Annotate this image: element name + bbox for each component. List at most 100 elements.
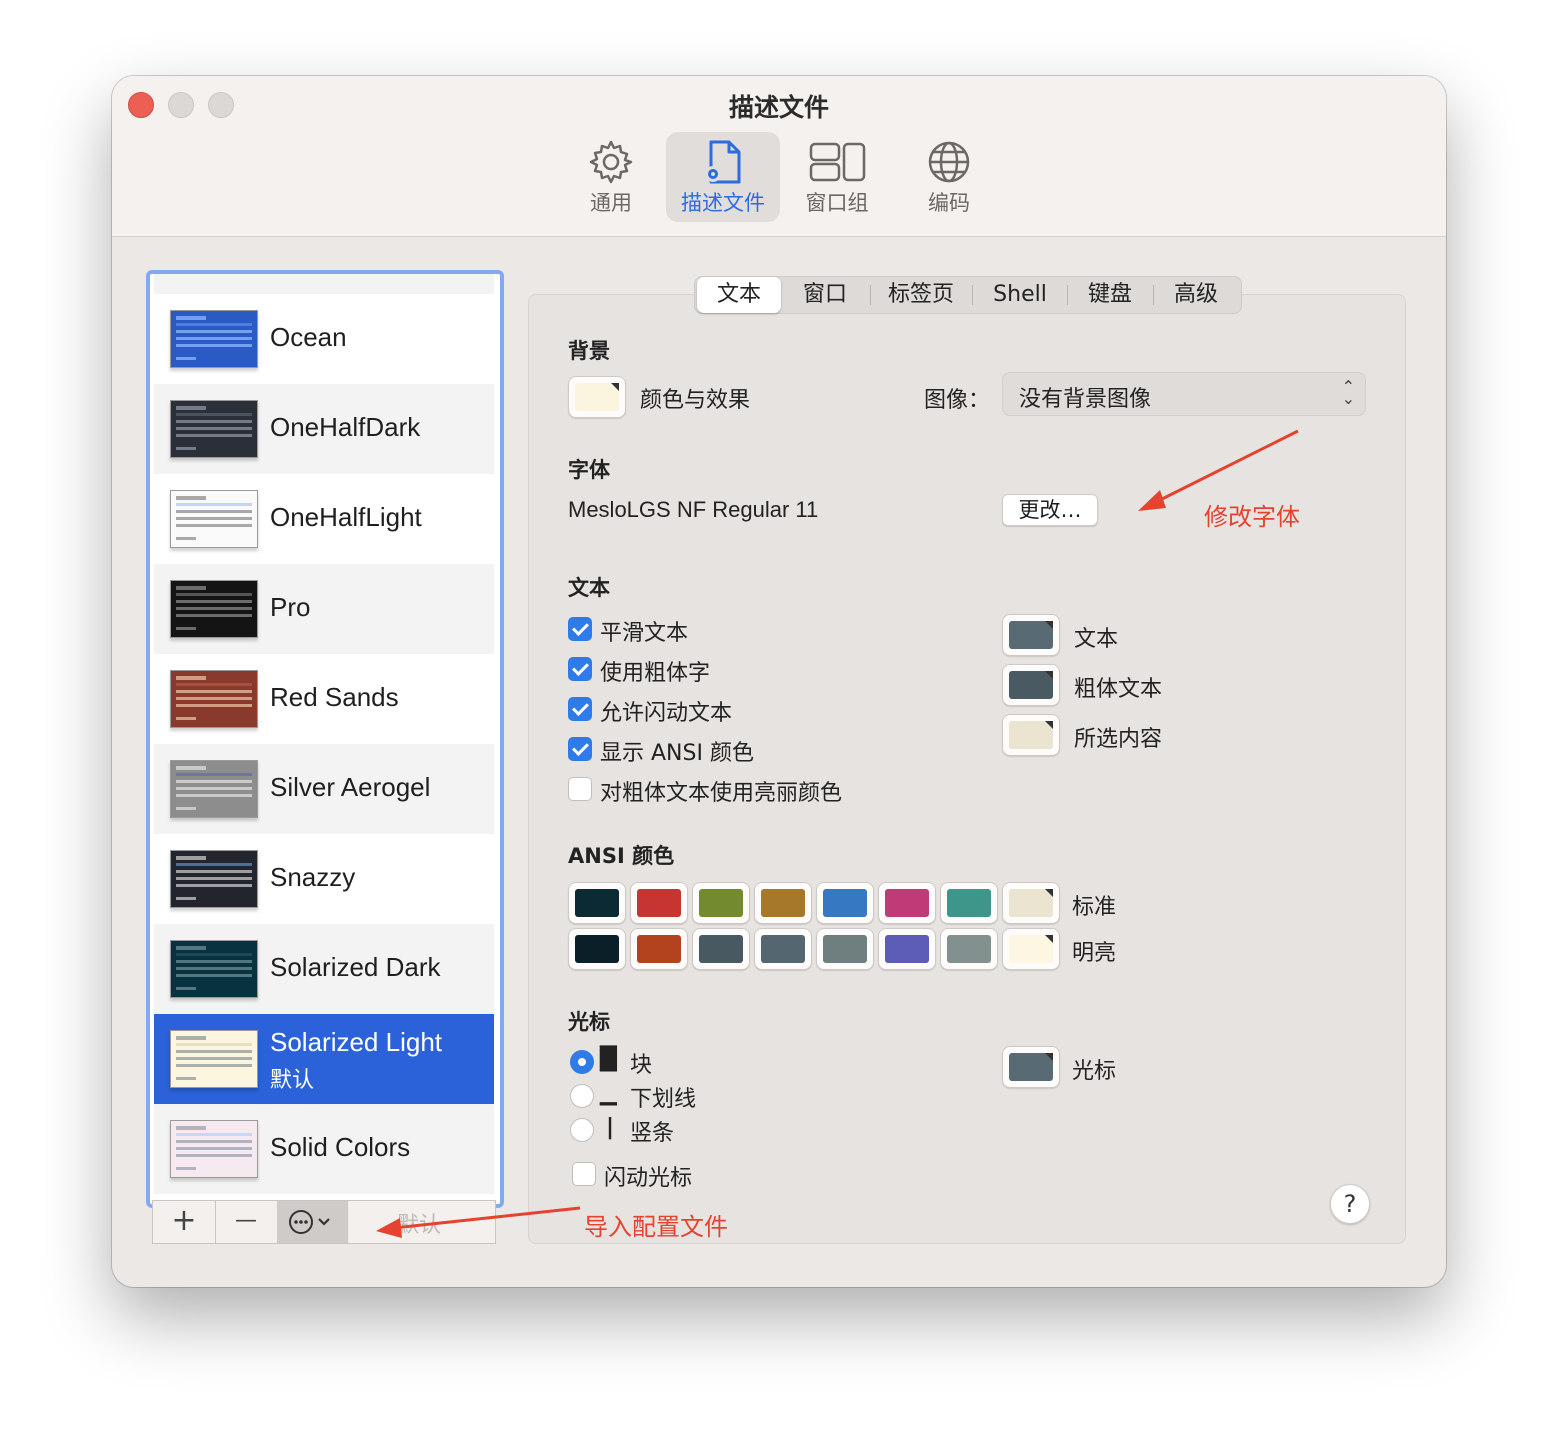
thumbnail-line <box>176 870 252 873</box>
ansi-color-well[interactable] <box>1002 928 1060 970</box>
add-profile-button[interactable]: + <box>153 1201 216 1243</box>
ansi-color-well[interactable] <box>878 882 936 924</box>
selection-color-well[interactable] <box>1002 714 1060 756</box>
profile-row-solarized-light[interactable]: Solarized Light 默认 <box>154 1014 494 1104</box>
change-font-button[interactable]: 更改… <box>1002 494 1098 526</box>
profile-row-partial[interactable] <box>154 274 494 294</box>
smooth-text-checkbox[interactable] <box>568 617 592 641</box>
ansi-color-well[interactable] <box>1002 882 1060 924</box>
profile-row-onehalfdark[interactable]: OneHalfDark <box>154 384 494 474</box>
profile-thumbnail <box>170 1120 258 1178</box>
ansi-color-well[interactable] <box>692 928 750 970</box>
cursor-underline-glyph: ▁ <box>600 1081 617 1106</box>
ansi-color-swatch <box>637 889 681 917</box>
profile-row-red-sands[interactable]: Red Sands <box>154 654 494 744</box>
cursor-bar-radio[interactable] <box>570 1118 594 1142</box>
ansi-color-well[interactable] <box>816 882 874 924</box>
titlebar: 描述文件 通用 描述文件 窗口组 编码 <box>112 76 1446 237</box>
profile-name: Red Sands <box>270 682 399 712</box>
ansi-color-well[interactable] <box>630 882 688 924</box>
set-default-button[interactable]: 默认 <box>397 1207 441 1239</box>
profile-thumbnail <box>170 670 258 728</box>
text-section-title: 文本 <box>568 576 610 600</box>
ansi-color-well[interactable] <box>568 928 626 970</box>
bold-text-color-well[interactable] <box>1002 664 1060 706</box>
more-actions-menu-button[interactable] <box>277 1201 348 1243</box>
background-image-value: 没有背景图像 <box>1019 387 1152 412</box>
ansi-color-well[interactable] <box>630 928 688 970</box>
ansi-color-well[interactable] <box>568 882 626 924</box>
ellipsis-circle-chevron-icon <box>289 1210 330 1234</box>
gear-icon <box>589 140 633 184</box>
thumbnail-line <box>176 406 206 410</box>
tab-tabs[interactable]: 标签页 <box>873 277 969 313</box>
annotation-change-font: 修改字体 <box>1204 503 1300 531</box>
font-section-title: 字体 <box>568 458 610 482</box>
tab-text[interactable]: 文本 <box>697 277 781 313</box>
profile-row-snazzy[interactable]: Snazzy <box>154 834 494 924</box>
window-groups-icon <box>809 142 866 182</box>
blink-cursor-checkbox[interactable] <box>572 1162 596 1186</box>
profile-list[interactable]: Ocean OneHalfDark OneHalfLight Pro Red S… <box>146 270 504 1208</box>
bold-font-checkbox[interactable] <box>568 657 592 681</box>
thumbnail-line <box>176 807 196 810</box>
thumbnail-line <box>176 344 252 347</box>
tab-shell[interactable]: Shell <box>975 277 1065 313</box>
ansi-color-swatch <box>637 935 681 963</box>
tab-window[interactable]: 窗口 <box>783 277 867 313</box>
ansi-color-well[interactable] <box>816 928 874 970</box>
remove-profile-button[interactable]: — <box>215 1201 278 1243</box>
thumbnail-line <box>176 600 252 603</box>
thumbnail-line <box>176 517 252 520</box>
profile-row-onehalflight[interactable]: OneHalfLight <box>154 474 494 564</box>
profile-row-ocean[interactable]: Ocean <box>154 294 494 384</box>
ansi-color-swatch <box>885 935 929 963</box>
ansi-color-well[interactable] <box>940 882 998 924</box>
ansi-colors-checkbox[interactable] <box>568 737 592 761</box>
ansi-color-well[interactable] <box>940 928 998 970</box>
ansi-color-well[interactable] <box>754 882 812 924</box>
thumbnail-line <box>176 794 252 797</box>
background-color-well[interactable] <box>568 376 626 418</box>
ansi-color-well[interactable] <box>754 928 812 970</box>
tab-keyboard[interactable]: 键盘 <box>1069 277 1151 313</box>
tab-advanced[interactable]: 高级 <box>1155 277 1237 313</box>
ansi-color-swatch <box>761 889 805 917</box>
thumbnail-line <box>176 1057 252 1060</box>
profile-row-pro[interactable]: Pro <box>154 564 494 654</box>
thumbnail-line <box>176 434 252 437</box>
thumbnail-line <box>176 1154 252 1157</box>
blink-text-checkbox[interactable] <box>568 697 592 721</box>
ansi-color-well[interactable] <box>878 928 936 970</box>
toolbar-profiles[interactable]: 描述文件 <box>666 132 780 222</box>
bright-bold-checkbox[interactable] <box>568 777 592 801</box>
background-image-label: 图像： <box>924 388 991 413</box>
ansi-color-well[interactable] <box>692 882 750 924</box>
cursor-block-radio[interactable] <box>570 1050 594 1074</box>
profile-row-solarized-dark[interactable]: Solarized Dark <box>154 924 494 1014</box>
cursor-underline-radio[interactable] <box>570 1084 594 1108</box>
help-button[interactable]: ? <box>1330 1184 1370 1224</box>
thumbnail-line <box>176 766 206 770</box>
ansi-color-swatch <box>575 935 619 963</box>
toolbar-encoding[interactable]: 编码 <box>892 132 1006 222</box>
window-title: 描述文件 <box>728 93 829 122</box>
thumbnail-line <box>176 884 252 887</box>
thumbnail-line <box>176 420 252 423</box>
color-well-corner <box>611 383 619 391</box>
tab-divider <box>870 285 871 305</box>
thumbnail-line <box>176 413 252 416</box>
profile-thumbnail <box>170 400 258 458</box>
profile-thumbnail <box>170 1030 258 1088</box>
profile-name: Silver Aerogel <box>270 772 431 802</box>
ansi-color-swatch <box>823 935 867 963</box>
background-image-select[interactable]: 没有背景图像 ⌃ ⌄ <box>1002 372 1366 416</box>
profile-row-silver-aerogel[interactable]: Silver Aerogel <box>154 744 494 834</box>
toolbar-general[interactable]: 通用 <box>554 132 668 222</box>
profile-thumbnail <box>170 940 258 998</box>
toolbar-window-groups[interactable]: 窗口组 <box>780 132 894 222</box>
tab-divider <box>1067 285 1068 305</box>
cursor-color-well[interactable] <box>1002 1046 1060 1088</box>
profile-row-solid-colors[interactable]: Solid Colors <box>154 1104 494 1194</box>
text-color-well[interactable] <box>1002 614 1060 656</box>
